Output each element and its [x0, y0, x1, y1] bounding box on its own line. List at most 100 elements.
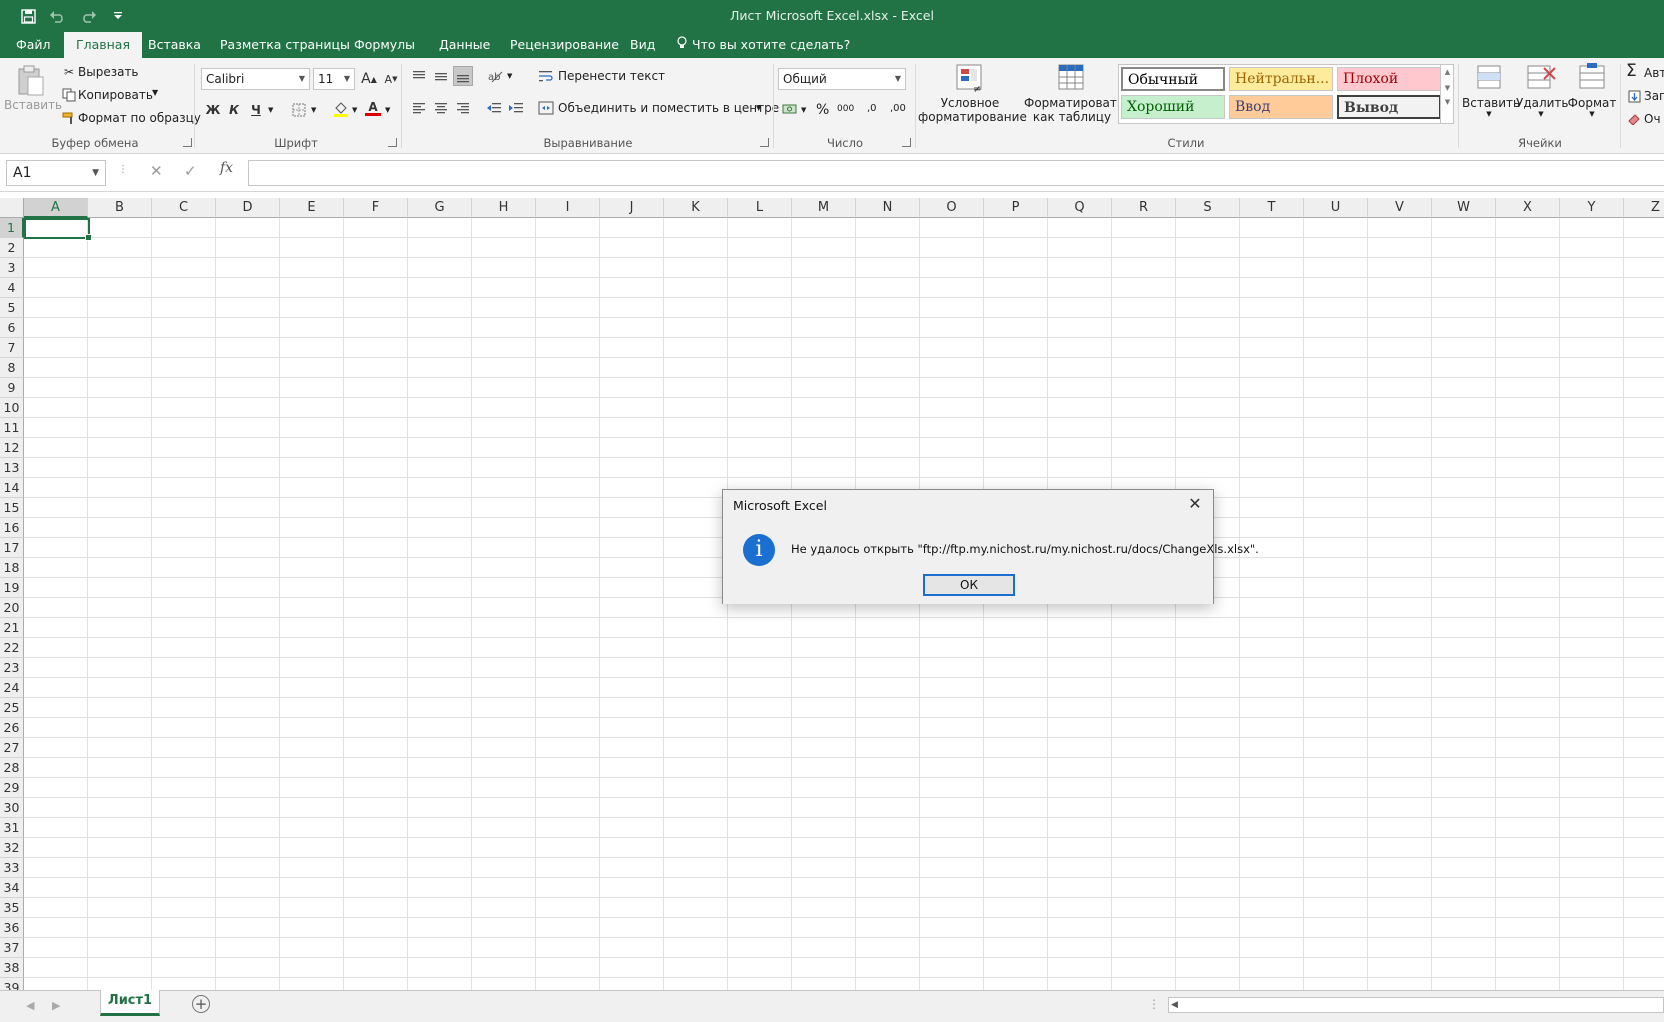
row-header[interactable]: 25	[0, 698, 24, 718]
grow-font-button[interactable]: A ▲	[359, 69, 379, 89]
splitter-grip-icon[interactable]: ⋮	[1148, 997, 1160, 1011]
fill-color-icon[interactable]	[331, 99, 351, 119]
style-bad[interactable]: Плохой	[1337, 67, 1441, 91]
scroll-left-icon[interactable]: ◀	[1171, 998, 1178, 1012]
font-color-button[interactable]: A	[363, 98, 383, 118]
scroll-up-icon[interactable]: ▲	[1441, 68, 1454, 76]
alignment-launcher-icon[interactable]	[760, 138, 769, 147]
borders-dropdown-icon[interactable]: ▼	[311, 106, 316, 114]
confirm-entry-icon[interactable]: ✓	[184, 162, 197, 180]
tab-insert[interactable]: Вставка	[136, 32, 213, 58]
style-normal[interactable]: Обычный	[1121, 67, 1225, 91]
column-header[interactable]: Y	[1560, 198, 1624, 218]
column-header[interactable]: M	[792, 198, 856, 218]
number-format-select[interactable]: Общий ▼	[778, 68, 906, 90]
merge-center-button[interactable]: Объединить и поместить в центре	[558, 101, 779, 115]
row-header[interactable]: 31	[0, 818, 24, 838]
name-box[interactable]: A1 ▼	[6, 160, 106, 186]
font-launcher-icon[interactable]	[388, 138, 397, 147]
next-sheet-icon[interactable]: ▶	[52, 999, 60, 1012]
column-header[interactable]: Q	[1048, 198, 1112, 218]
column-header[interactable]: J	[600, 198, 664, 218]
row-header[interactable]: 26	[0, 718, 24, 738]
align-left-icon[interactable]	[409, 98, 429, 118]
row-header[interactable]: 35	[0, 898, 24, 918]
styles-gallery-scroll[interactable]: ▲ ▼ ▼	[1440, 64, 1454, 124]
column-header[interactable]: C	[152, 198, 216, 218]
copy-icon[interactable]	[59, 85, 79, 105]
format-cells-button[interactable]: Формат ▼	[1566, 62, 1618, 118]
scissors-icon[interactable]: ✂	[59, 62, 79, 82]
row-header[interactable]: 21	[0, 618, 24, 638]
row-header[interactable]: 33	[0, 858, 24, 878]
row-header[interactable]: 22	[0, 638, 24, 658]
orientation-dropdown-icon[interactable]: ▼	[507, 72, 512, 80]
wrap-text-icon[interactable]	[536, 66, 556, 86]
prev-sheet-icon[interactable]: ◀	[26, 999, 34, 1012]
insert-cells-button[interactable]: Вставить ▼	[1462, 62, 1520, 118]
font-size-select[interactable]: 11 ▼	[313, 68, 355, 90]
decrease-indent-icon[interactable]	[484, 98, 504, 118]
row-header[interactable]: 11	[0, 418, 24, 438]
copy-dropdown-icon[interactable]: ▼	[152, 88, 158, 97]
tab-view[interactable]: Вид	[618, 32, 667, 58]
row-header[interactable]: 27	[0, 738, 24, 758]
style-output[interactable]: Вывод	[1337, 95, 1441, 119]
row-header[interactable]: 34	[0, 878, 24, 898]
cut-button[interactable]: Вырезать	[78, 65, 139, 79]
clipboard-launcher-icon[interactable]	[183, 138, 192, 147]
number-launcher-icon[interactable]	[902, 138, 911, 147]
row-header[interactable]: 30	[0, 798, 24, 818]
fill-button[interactable]: Зап	[1644, 89, 1664, 103]
column-header[interactable]: Z	[1624, 198, 1664, 218]
format-as-table-button[interactable]: Форматировать как таблицу	[1024, 62, 1124, 124]
percent-button[interactable]: %	[816, 102, 829, 118]
style-neutral[interactable]: Нейтральн...	[1229, 67, 1333, 91]
style-input[interactable]: Ввод	[1229, 95, 1333, 119]
row-header[interactable]: 7	[0, 338, 24, 358]
bold-button[interactable]: Ж	[203, 100, 223, 120]
format-painter-icon[interactable]	[59, 108, 79, 128]
row-header[interactable]: 36	[0, 918, 24, 938]
align-bottom-icon[interactable]	[453, 66, 473, 86]
align-top-icon[interactable]	[409, 66, 429, 86]
tab-review[interactable]: Рецензирование	[498, 32, 631, 58]
currency-dropdown-icon[interactable]: ▼	[801, 106, 806, 114]
add-sheet-icon[interactable]: +	[192, 995, 210, 1013]
row-header[interactable]: 37	[0, 938, 24, 958]
paste-button[interactable]: Вставить	[4, 64, 62, 112]
tab-formulas[interactable]: Формулы	[342, 32, 427, 58]
column-header[interactable]: S	[1176, 198, 1240, 218]
fill-down-icon[interactable]	[1624, 86, 1644, 106]
insert-function-icon[interactable]: fx	[220, 160, 233, 176]
column-header[interactable]: K	[664, 198, 728, 218]
merge-center-icon[interactable]	[536, 98, 556, 118]
underline-dropdown-icon[interactable]: ▼	[268, 106, 273, 114]
row-header[interactable]: 4	[0, 278, 24, 298]
align-middle-icon[interactable]	[431, 66, 451, 86]
italic-button[interactable]: К	[224, 100, 244, 120]
autosum-icon[interactable]: Σ	[1626, 61, 1637, 81]
column-header[interactable]: G	[408, 198, 472, 218]
row-header[interactable]: 32	[0, 838, 24, 858]
row-header[interactable]: 20	[0, 598, 24, 618]
format-painter-button[interactable]: Формат по образцу	[78, 111, 201, 125]
column-header[interactable]: A	[24, 198, 88, 218]
column-header[interactable]: L	[728, 198, 792, 218]
horizontal-scrollbar[interactable]: ◀	[1168, 997, 1664, 1013]
row-header[interactable]: 38	[0, 958, 24, 978]
style-good[interactable]: Хороший	[1121, 95, 1225, 119]
column-header[interactable]: E	[280, 198, 344, 218]
align-right-icon[interactable]	[453, 98, 473, 118]
increase-indent-icon[interactable]	[506, 98, 526, 118]
eraser-icon[interactable]	[1624, 109, 1644, 129]
conditional-formatting-button[interactable]: ≠ Условное форматирование	[918, 62, 1027, 124]
orientation-icon[interactable]: ab	[486, 66, 506, 86]
row-header[interactable]: 8	[0, 358, 24, 378]
gallery-more-icon[interactable]: ▼	[1441, 98, 1454, 106]
align-center-icon[interactable]	[431, 98, 451, 118]
column-header[interactable]: X	[1496, 198, 1560, 218]
row-header[interactable]: 13	[0, 458, 24, 478]
font-color-dropdown-icon[interactable]: ▼	[385, 106, 390, 114]
delete-cells-button[interactable]: Удалить ▼	[1516, 62, 1569, 118]
